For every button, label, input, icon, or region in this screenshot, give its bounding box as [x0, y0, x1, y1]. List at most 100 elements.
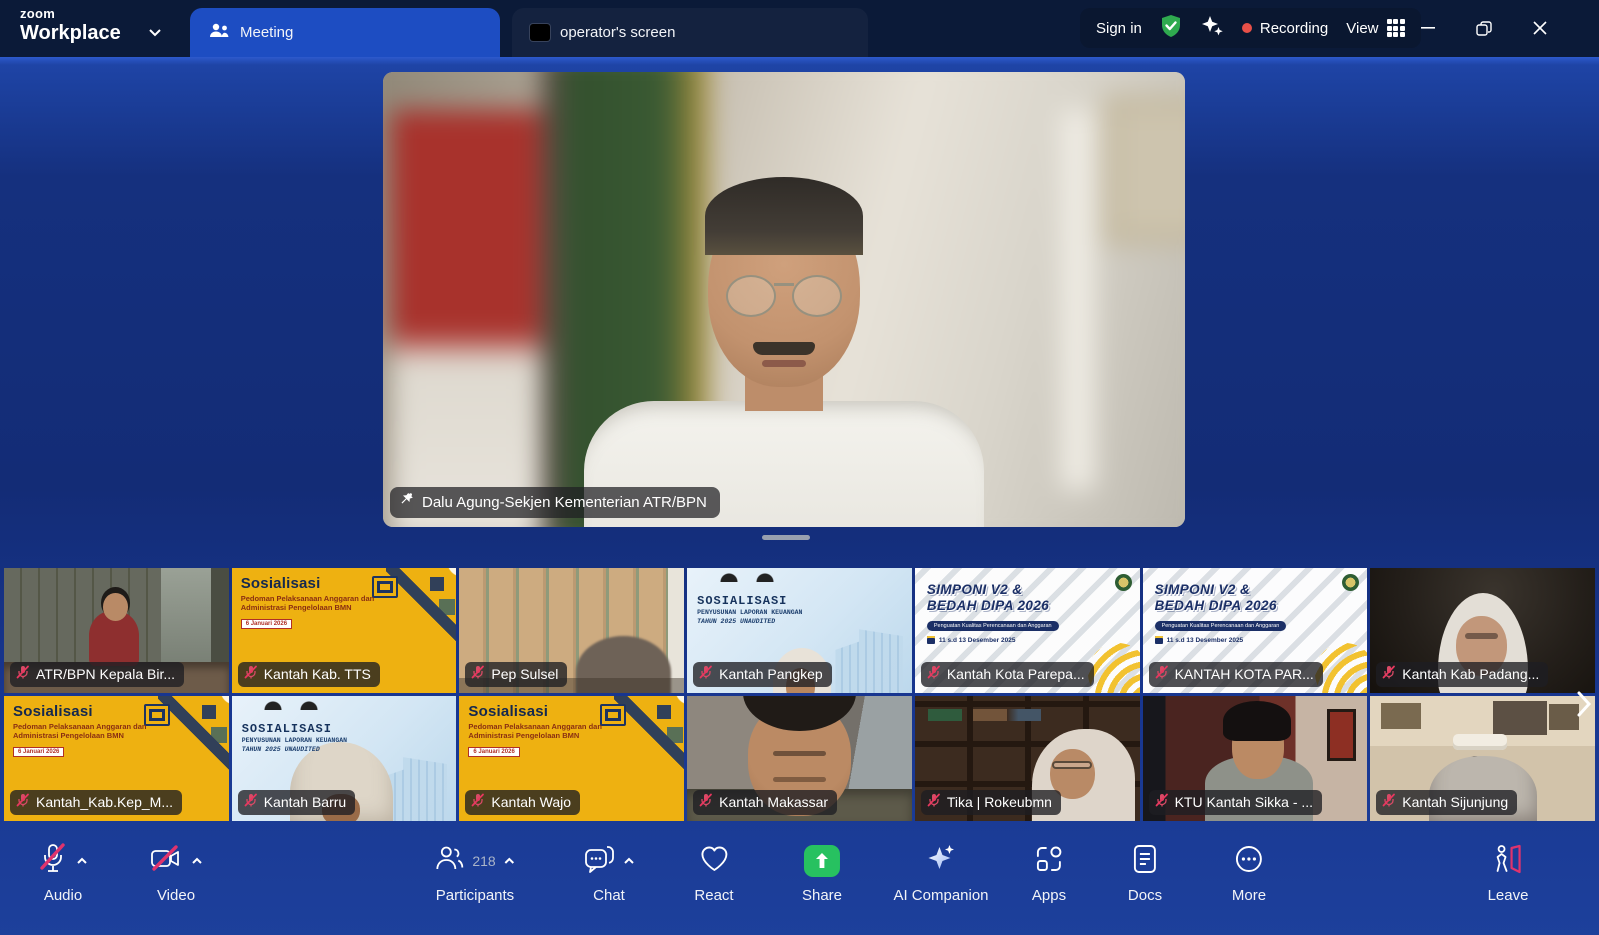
- microphone-muted-icon: [1382, 793, 1396, 811]
- gallery-row: SosialisasiPedoman Pelaksanaan Anggaran …: [0, 696, 1599, 821]
- participants-label: Participants: [436, 887, 514, 904]
- participant-name-label: Kantah Pangkep: [719, 666, 823, 682]
- workspace-chevron-down-icon[interactable]: [148, 24, 162, 42]
- microphone-muted-icon: [699, 793, 713, 811]
- participants-icon: [434, 845, 464, 878]
- microphone-muted-icon: [16, 665, 30, 683]
- close-button[interactable]: [1525, 14, 1555, 42]
- docs-button[interactable]: Docs: [1128, 844, 1162, 904]
- participant-name-label: Kantah Barru: [264, 794, 347, 810]
- microphone-muted-icon: [1155, 793, 1169, 811]
- chat-button[interactable]: Chat: [583, 844, 635, 904]
- participant-name-tag: Kantah Kota Parepa...: [921, 662, 1094, 687]
- ai-companion-icon: [924, 843, 958, 880]
- microphone-muted-icon: [927, 793, 941, 811]
- participants-options-chevron[interactable]: [504, 852, 516, 870]
- participant-name-tag: Kantah Wajo: [465, 790, 580, 815]
- participant-tile[interactable]: SosialisasiPedoman Pelaksanaan Anggaran …: [232, 568, 457, 693]
- logo-zoom-text: zoom: [20, 7, 121, 21]
- restore-button[interactable]: [1469, 14, 1499, 42]
- tab-operators-screen[interactable]: operator's screen: [512, 8, 868, 57]
- gallery-next-page-button[interactable]: [1571, 684, 1597, 724]
- more-button[interactable]: More: [1232, 844, 1266, 904]
- participants-button[interactable]: 218 Participants: [434, 844, 515, 904]
- leave-door-icon: [1492, 844, 1524, 879]
- gallery-grid-icon: [1387, 19, 1405, 37]
- shared-slide-yellow: SosialisasiPedoman Pelaksanaan Anggaran …: [241, 575, 398, 630]
- participant-name-tag: Pep Sulsel: [465, 662, 567, 687]
- participant-name-tag: KANTAH KOTA PAR...: [1149, 662, 1323, 687]
- sign-in-button[interactable]: Sign in: [1096, 20, 1142, 37]
- view-button[interactable]: View: [1346, 19, 1404, 37]
- scene-decor: [1223, 701, 1290, 741]
- participant-tile[interactable]: Kantah Sijunjung: [1370, 696, 1595, 821]
- participant-tile[interactable]: ATR/BPN Kepala Bir...: [4, 568, 229, 693]
- main-speaker-video[interactable]: Dalu Agung-Sekjen Kementerian ATR/BPN: [383, 72, 1185, 527]
- participant-tile[interactable]: SosialisasiPedoman Pelaksanaan Anggaran …: [459, 696, 684, 821]
- ai-companion-titlebar-icon[interactable]: [1200, 14, 1224, 42]
- participant-name-label: Kantah Kab Padang...: [1402, 666, 1539, 682]
- tab-operators-screen-label: operator's screen: [560, 24, 675, 41]
- leave-button[interactable]: Leave: [1488, 844, 1529, 904]
- tab-meeting[interactable]: Meeting: [190, 8, 500, 57]
- microphone-muted-icon: [927, 665, 941, 683]
- speaker-name-tag: Dalu Agung-Sekjen Kementerian ATR/BPN: [390, 487, 720, 518]
- audio-options-chevron[interactable]: [76, 852, 88, 870]
- more-label: More: [1232, 887, 1266, 904]
- participant-gallery: ATR/BPN Kepala Bir... SosialisasiPedoman …: [0, 568, 1599, 824]
- microphone-muted-icon: [471, 665, 485, 683]
- participant-tile[interactable]: Pep Sulsel: [459, 568, 684, 693]
- apps-button[interactable]: Apps: [1032, 844, 1066, 904]
- docs-icon: [1132, 844, 1158, 879]
- video-button[interactable]: Video: [149, 844, 203, 904]
- apps-icon: [1034, 844, 1064, 879]
- titlebar-right-controls: Sign in Recording View: [1080, 8, 1421, 48]
- scene-decor: [1342, 574, 1359, 591]
- audio-button[interactable]: Audio: [38, 844, 88, 904]
- recording-indicator[interactable]: Recording: [1242, 20, 1328, 37]
- scene-decor: [773, 751, 827, 756]
- minimize-button[interactable]: [1413, 14, 1443, 42]
- scene-decor: [263, 696, 323, 712]
- participant-name-tag: Kantah Pangkep: [693, 662, 832, 687]
- participant-name-tag: Kantah Barru: [238, 790, 356, 815]
- microphone-muted-icon: [1155, 665, 1169, 683]
- more-icon: [1234, 844, 1264, 879]
- chat-label: Chat: [593, 887, 625, 904]
- react-button[interactable]: React: [694, 844, 733, 904]
- participant-tile[interactable]: KTU Kantah Sikka - ...: [1143, 696, 1368, 821]
- scene-decor: [719, 568, 779, 584]
- share-button[interactable]: Share: [802, 844, 842, 904]
- participants-count: 218: [472, 853, 495, 869]
- recording-label: Recording: [1260, 20, 1328, 37]
- react-label: React: [694, 887, 733, 904]
- video-label: Video: [157, 887, 195, 904]
- ai-companion-button[interactable]: AI Companion: [893, 844, 988, 904]
- participant-tile[interactable]: SIMPONI V2 &BEDAH DIPA 2026Penguatan Kua…: [915, 568, 1140, 693]
- participant-tile[interactable]: SosialisasiPedoman Pelaksanaan Anggaran …: [4, 696, 229, 821]
- microphone-muted-icon: [244, 665, 258, 683]
- participant-name-label: Kantah Makassar: [719, 794, 828, 810]
- gallery-row: ATR/BPN Kepala Bir... SosialisasiPedoman …: [0, 568, 1599, 693]
- participant-tile[interactable]: SOSIALISASIPENYUSUNAN LAPORAN KEUANGANTA…: [687, 568, 912, 693]
- leave-label: Leave: [1488, 887, 1529, 904]
- participant-name-label: ATR/BPN Kepala Bir...: [36, 666, 175, 682]
- chat-options-chevron[interactable]: [623, 852, 635, 870]
- participant-name-label: KTU Kantah Sikka - ...: [1175, 794, 1314, 810]
- security-shield-icon[interactable]: [1160, 14, 1182, 42]
- video-resize-handle[interactable]: [762, 535, 810, 540]
- scene-decor: [1370, 701, 1595, 739]
- participant-tile[interactable]: Tika | Rokeubmn: [915, 696, 1140, 821]
- tab-meeting-label: Meeting: [240, 24, 293, 41]
- view-label: View: [1346, 20, 1378, 37]
- participant-tile[interactable]: SOSIALISASIPENYUSUNAN LAPORAN KEUANGANTA…: [232, 696, 457, 821]
- microphone-muted-icon: [699, 665, 713, 683]
- participant-name-label: Pep Sulsel: [491, 666, 558, 682]
- calendar-icon: [1155, 636, 1163, 644]
- audio-label: Audio: [44, 887, 82, 904]
- shared-slide-yellow: SosialisasiPedoman Pelaksanaan Anggaran …: [13, 703, 170, 758]
- participant-tile[interactable]: Kantah Kab Padang...: [1370, 568, 1595, 693]
- participant-tile[interactable]: Kantah Makassar: [687, 696, 912, 821]
- video-options-chevron[interactable]: [191, 852, 203, 870]
- participant-tile[interactable]: SIMPONI V2 &BEDAH DIPA 2026Penguatan Kua…: [1143, 568, 1368, 693]
